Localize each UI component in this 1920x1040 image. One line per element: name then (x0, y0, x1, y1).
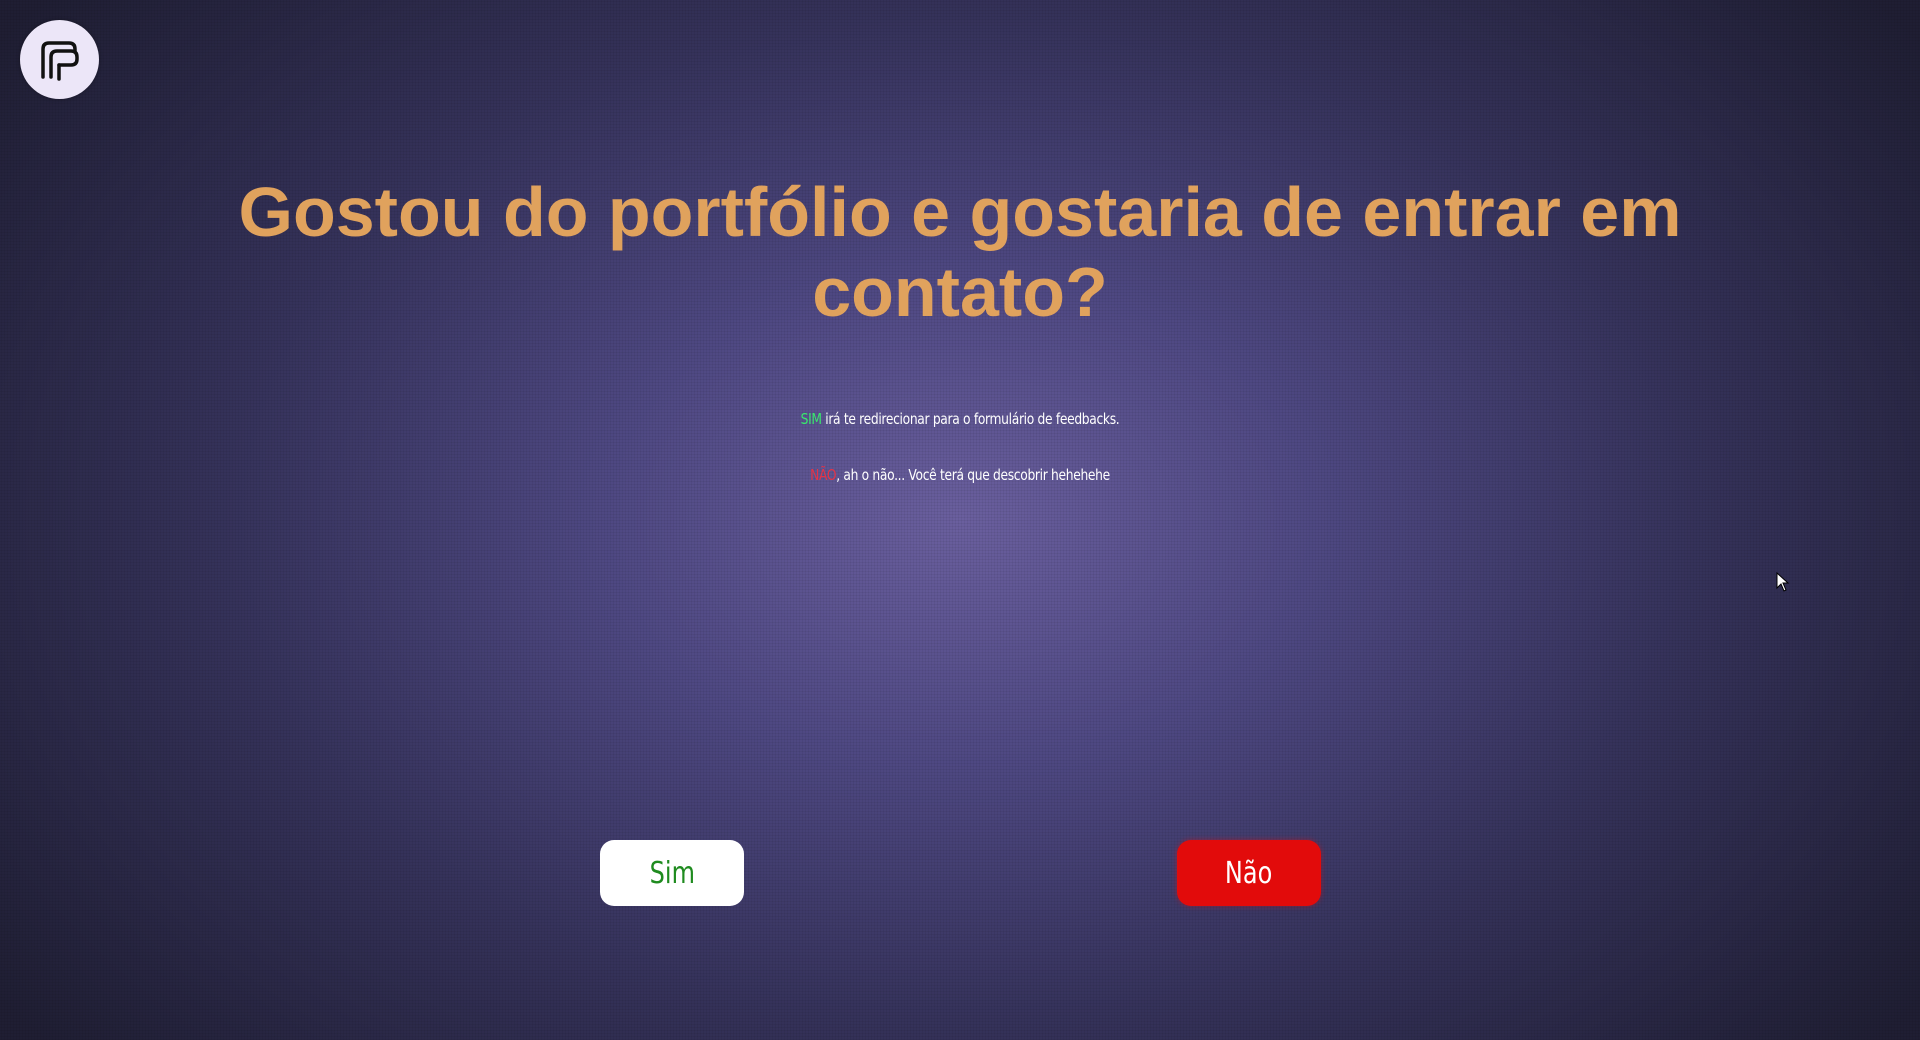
background-texture (0, 0, 1920, 1040)
yes-info-text: SIM irá te redirecionar para o formulári… (173, 410, 1747, 428)
yes-button[interactable]: Sim (600, 840, 744, 906)
no-button-label: Não (1225, 855, 1273, 891)
yes-description: irá te redirecionar para o formulário de… (821, 410, 1120, 428)
no-button[interactable]: Não (1177, 840, 1321, 906)
no-keyword: NÃO (810, 466, 837, 484)
mouse-cursor-icon (1776, 572, 1790, 592)
no-info-text: NÃO, ah o não... Você terá que descobrir… (173, 466, 1747, 484)
brand-logo[interactable] (20, 20, 99, 99)
no-description: , ah o não... Você terá que descobrir he… (836, 466, 1110, 484)
brand-logo-icon (40, 40, 79, 81)
yes-keyword: SIM (800, 410, 822, 428)
page-title: Gostou do portfólio e gostaria de entrar… (238, 173, 1682, 331)
yes-button-label: Sim (649, 855, 695, 891)
